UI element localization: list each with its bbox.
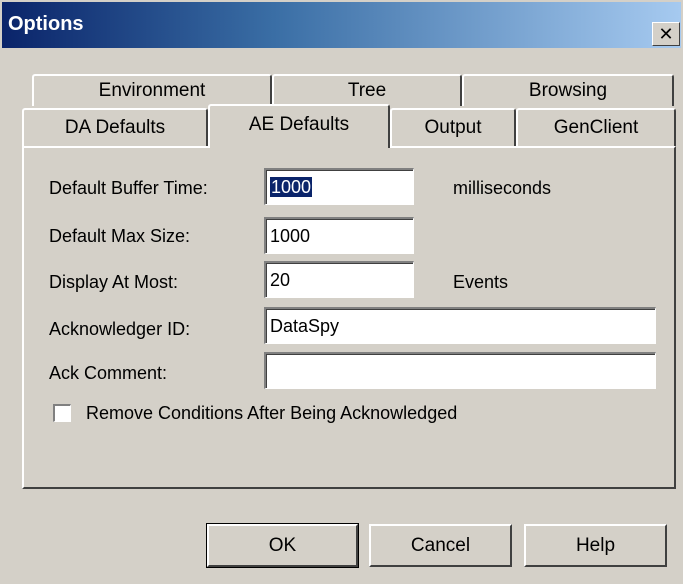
- acknowledger-id-input[interactable]: DataSpy: [264, 307, 656, 344]
- remove-conditions-label[interactable]: Remove Conditions After Being Acknowledg…: [86, 403, 457, 424]
- ae-defaults-panel: Default Buffer Time: 1000 milliseconds D…: [22, 146, 676, 489]
- display-at-most-unit: Events: [453, 272, 509, 292]
- tab-ae-defaults[interactable]: AE Defaults: [208, 104, 390, 148]
- buffer-time-label: Default Buffer Time:: [49, 178, 208, 198]
- cancel-button[interactable]: Cancel: [369, 524, 512, 567]
- title-bar[interactable]: Options ✕: [2, 2, 681, 48]
- buffer-time-unit: milliseconds: [453, 178, 552, 198]
- tab-output[interactable]: Output: [390, 108, 516, 146]
- ack-comment-input[interactable]: [264, 352, 656, 389]
- close-icon: ✕: [658, 24, 674, 44]
- remove-conditions-checkbox[interactable]: [53, 404, 71, 422]
- ack-comment-label: Ack Comment:: [49, 363, 168, 383]
- tab-da-defaults[interactable]: DA Defaults: [22, 108, 208, 146]
- max-size-value: 1000: [270, 226, 311, 246]
- window-title: Options: [8, 13, 84, 35]
- buffer-time-input[interactable]: 1000: [264, 168, 414, 205]
- buffer-time-value: 1000: [270, 177, 313, 197]
- ok-button[interactable]: OK: [206, 523, 359, 568]
- acknowledger-id-value: DataSpy: [270, 316, 340, 336]
- tab-browsing[interactable]: Browsing: [462, 74, 674, 106]
- tab-genclient[interactable]: GenClient: [516, 108, 676, 146]
- max-size-input[interactable]: 1000: [264, 217, 414, 254]
- acknowledger-id-label: Acknowledger ID:: [49, 319, 191, 339]
- max-size-label: Default Max Size:: [49, 226, 191, 246]
- options-dialog: Options ✕ Environment Tree Browsing DA D…: [0, 0, 683, 584]
- display-at-most-label: Display At Most:: [49, 272, 179, 292]
- close-button[interactable]: ✕: [652, 22, 680, 46]
- tab-tree[interactable]: Tree: [272, 74, 462, 106]
- tab-environment[interactable]: Environment: [32, 74, 272, 106]
- display-at-most-input[interactable]: 20: [264, 261, 414, 298]
- help-button[interactable]: Help: [524, 524, 667, 567]
- display-at-most-value: 20: [270, 270, 291, 290]
